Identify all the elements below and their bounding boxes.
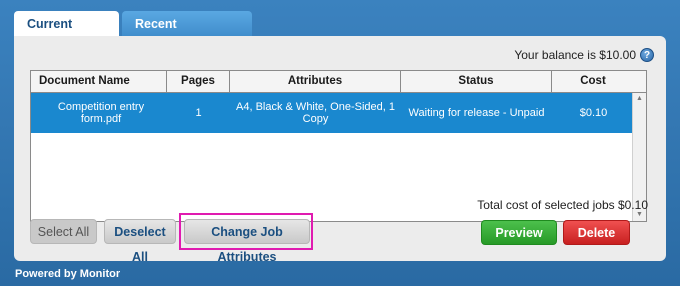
question-icon[interactable]: ? <box>640 48 654 62</box>
cell-document-name: Competition entry form.pdf <box>57 101 145 125</box>
preview-button[interactable]: Preview <box>481 220 557 245</box>
table-header: Document Name Pages Attributes Status Co… <box>31 71 646 93</box>
tab-bar: Current Activity Recent Transactions <box>14 11 255 57</box>
tab-recent-transactions[interactable]: Recent Transactions <box>122 11 252 57</box>
cell-cost: $0.10 <box>579 107 608 119</box>
balance-display: Your balance is $10.00 ? <box>514 48 654 62</box>
scrollbar-corner <box>633 71 646 92</box>
powered-by-footer: Powered by Monitor <box>15 268 121 280</box>
delete-button[interactable]: Delete <box>563 220 630 245</box>
column-status[interactable]: Status <box>401 71 552 92</box>
scroll-up-icon[interactable]: ▲ <box>633 93 646 105</box>
tab-current-activity[interactable]: Current Activity <box>14 11 119 57</box>
balance-text: Your balance is $10.00 <box>514 48 636 62</box>
total-cost: Total cost of selected jobs $0.10 <box>477 198 648 212</box>
change-job-attributes-button[interactable]: Change Job Attributes <box>184 219 310 264</box>
table-row[interactable]: Competition entry form.pdf 1 A4, Black &… <box>31 93 646 133</box>
cell-status: Waiting for release - Unpaid <box>408 107 545 119</box>
cell-attributes: A4, Black & White, One-Sided, 1 Copy <box>236 101 395 125</box>
column-document-name[interactable]: Document Name <box>31 71 167 92</box>
deselect-all-button[interactable]: Deselect All <box>104 219 176 264</box>
activity-panel: Your balance is $10.00 ? Document Name P… <box>14 36 666 264</box>
column-cost[interactable]: Cost <box>552 71 635 92</box>
column-attributes[interactable]: Attributes <box>230 71 401 92</box>
column-pages[interactable]: Pages <box>167 71 230 92</box>
select-all-button[interactable]: Select All <box>30 219 97 244</box>
cell-pages: 1 <box>195 107 202 119</box>
